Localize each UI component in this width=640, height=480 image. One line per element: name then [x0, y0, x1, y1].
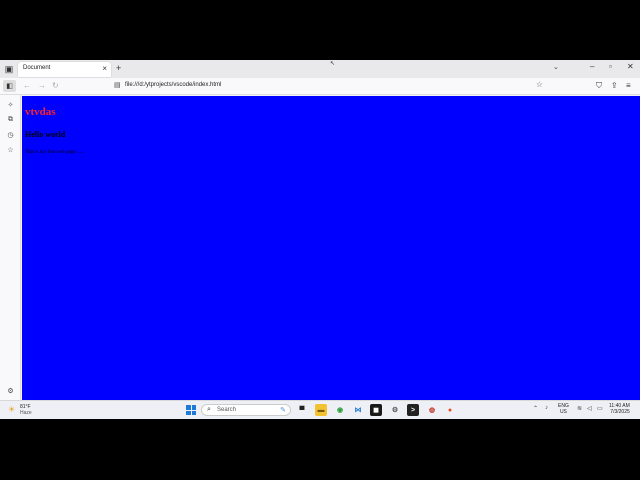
taskbar-search-box[interactable]: ⌕ Search ✎	[201, 404, 291, 416]
mouse-cursor-icon: ↖	[330, 61, 336, 67]
clock-date: 7/3/2025	[610, 409, 630, 415]
search-icon: ⌕	[207, 406, 211, 413]
sidebar-toggle-icon[interactable]: ◧	[3, 80, 16, 92]
settings-app-icon[interactable]: ⚙	[389, 404, 401, 416]
wifi-icon[interactable]: ≋	[577, 405, 582, 412]
firefox-icon[interactable]: ●	[444, 404, 456, 416]
bookmarks-icon[interactable]: ☆	[5, 144, 16, 155]
tab-title: Document	[23, 65, 51, 71]
volume-icon[interactable]: ◁	[587, 405, 592, 412]
sun-icon: ☀	[8, 405, 16, 414]
page-heading-2: Hello world	[25, 130, 66, 139]
pocket-icon[interactable]: ⛉	[596, 81, 602, 91]
maximize-button[interactable]: ▫	[609, 62, 612, 71]
search-placeholder: Search	[217, 407, 237, 413]
dark-app-icon[interactable]: ◼	[370, 404, 382, 416]
page-heading-1: vtvdas	[25, 106, 56, 118]
synced-tabs-icon[interactable]: ⧉	[5, 114, 16, 125]
weather-condition: Haze	[20, 410, 32, 416]
windows-taskbar: ☀ 81°F Haze ⌕ Search ✎ ▀ ▬ ◉ ⋈ ◼ ⚙ > ◍ ●…	[0, 400, 640, 419]
tray-overflow-chevron-icon[interactable]: ⌃	[533, 405, 538, 412]
microphone-icon[interactable]: ♪	[545, 405, 548, 411]
windows-start-icon[interactable]	[186, 405, 196, 415]
url-text: file:///d:/ytprojects/vscode/index.html	[125, 82, 222, 88]
web-page-content: vtvdas Hello world This is my first web …	[22, 96, 640, 400]
settings-gear-icon[interactable]: ⚙	[5, 385, 16, 396]
tab-document[interactable]: Document ×	[18, 62, 111, 77]
battery-icon[interactable]: ▭	[597, 405, 603, 412]
search-highlight-icon: ✎	[280, 407, 286, 414]
url-bar[interactable]: ▤ file:///d:/ytprojects/vscode/index.htm…	[112, 80, 548, 93]
browser-sidebar: ✧ ⧉ ◷ ☆ ⚙	[0, 95, 21, 400]
page-info-icon[interactable]: ▤	[114, 81, 121, 89]
system-clock[interactable]: 11:40 AM 7/3/2025	[609, 403, 630, 415]
task-view-icon[interactable]: ▀	[296, 404, 308, 416]
forward-button[interactable]: →	[38, 81, 46, 90]
minimize-button[interactable]: –	[590, 62, 594, 71]
region-code: US	[559, 409, 567, 415]
menu-icon[interactable]: ≡	[626, 81, 631, 90]
firefox-view-icon[interactable]: ▣	[3, 63, 15, 75]
close-window-button[interactable]: ✕	[627, 62, 634, 71]
page-paragraph: This is my first web page ......	[25, 150, 85, 155]
vscode-icon[interactable]: ⋈	[352, 404, 364, 416]
back-button[interactable]: ←	[23, 81, 31, 90]
media-app-icon[interactable]: ◍	[426, 404, 438, 416]
chrome-icon[interactable]: ◉	[334, 404, 346, 416]
tab-strip: ▣ Document × + ⌄ – ▫ ✕	[0, 60, 640, 78]
ai-sparkle-icon[interactable]: ✧	[5, 99, 16, 110]
terminal-icon[interactable]: >	[407, 404, 419, 416]
extensions-icon[interactable]: ⇪	[611, 81, 618, 90]
language-indicator[interactable]: ENG US	[558, 403, 569, 415]
tab-list-chevron-icon[interactable]: ⌄	[553, 63, 559, 71]
new-tab-button[interactable]: +	[116, 63, 121, 73]
reload-button[interactable]: ↻	[52, 81, 59, 90]
history-icon[interactable]: ◷	[5, 129, 16, 140]
desktop-screen: ▣ Document × + ⌄ – ▫ ✕ ◧ ← → ↻ ▤ file://…	[0, 60, 640, 419]
navigation-toolbar: ◧ ← → ↻ ▤ file:///d:/ytprojects/vscode/i…	[0, 78, 640, 95]
file-explorer-icon[interactable]: ▬	[315, 404, 327, 416]
tab-close-icon[interactable]: ×	[102, 64, 107, 73]
bookmark-star-icon[interactable]: ☆	[536, 80, 543, 89]
